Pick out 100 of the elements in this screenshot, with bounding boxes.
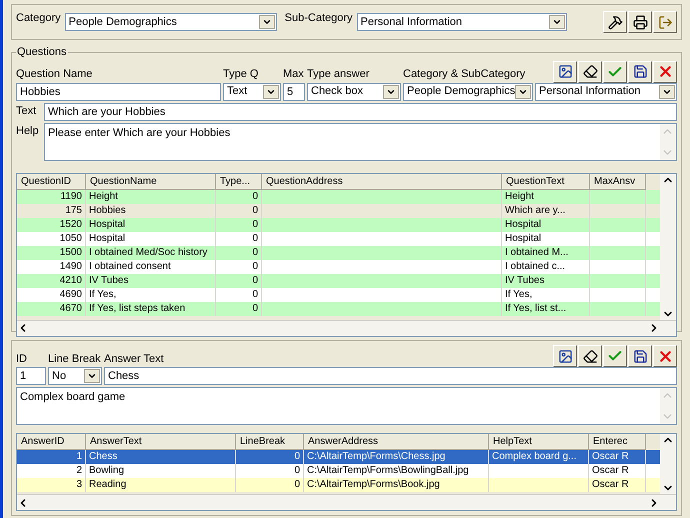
help-text-area[interactable]: Please enter Which are your Hobbies [44,122,677,160]
table-row[interactable]: 1500 I obtained Med/Soc history 0 I obtained M... [17,246,660,260]
save-button[interactable] [628,345,652,367]
table-cell: 0 [252,190,258,202]
subcategory-dropdown[interactable]: Personal Information [535,82,677,100]
category-dropdown[interactable]: People Demographics [403,82,533,100]
table-cell: C:\AltairTemp\Forms\Chess.jpg [307,451,446,462]
column-header[interactable]: QuestionText [502,174,590,190]
field-label: Question Name [16,67,94,82]
table-row[interactable]: 4690 If Yes, 0 If Yes, [17,288,660,302]
table-cell: I obtained consent [89,260,171,272]
help-text-area[interactable]: Complex board game [16,387,677,425]
printer-icon [632,14,648,30]
field-label: Line Break [48,352,102,366]
line-break-dropdown[interactable]: No [48,367,102,385]
delete-button[interactable] [653,60,677,82]
picture-icon [558,348,572,364]
type-dropdown[interactable]: Text [223,82,281,100]
answer-type-dropdown[interactable]: Check box [307,82,401,100]
save-button[interactable] [628,60,652,82]
table-row[interactable]: 1490 I obtained consent 0 I obtained c... [17,260,660,274]
table-cell: Oscar R [592,479,629,490]
table-cell: If Yes, [505,288,532,300]
table-cell: Hospital [89,232,126,244]
clear-button[interactable] [578,345,602,367]
column-header[interactable]: QuestionAddress [262,174,502,190]
table-row[interactable]: 2 Bowling 0 C:\AltairTemp\Forms\BowlingBall.jpg Oscar R [17,464,660,478]
table-cell: 0 [252,218,258,230]
table-cell: 1190 [60,190,82,202]
question-text-field[interactable]: Which are your Hobbies [44,102,677,120]
table-row[interactable]: 1 Chess 0 C:\AltairTemp\Forms\Chess.jpg Complex board g... Oscar R [17,450,660,464]
table-cell: 0 [252,288,258,300]
answer-text-field[interactable]: Chess [104,367,677,385]
table-row[interactable]: 1520 Hospital 0 Hospital [17,218,660,232]
column-header[interactable]: AnswerID [17,434,86,450]
table-cell: I obtained c... [505,260,566,272]
table-cell: Hobbies [89,204,126,216]
vertical-scrollbar[interactable] [660,434,676,494]
table-cell: 1520 [60,218,82,230]
max-field[interactable]: 5 [283,82,305,100]
print-button[interactable] [628,11,652,33]
save-icon [632,64,648,79]
column-header[interactable]: Enterec [589,434,646,450]
save-icon [632,348,648,364]
field-label: Max [283,67,305,82]
column-header[interactable]: AnswerText [86,434,236,450]
delete-button[interactable] [653,345,677,367]
exit-button[interactable] [653,11,677,33]
tools-button[interactable] [603,11,627,33]
accept-button[interactable] [603,60,627,82]
column-header[interactable]: AnswerAddress [304,434,489,450]
table-cell: If Yes, list steps taken [89,302,186,314]
table-row[interactable]: 4670 If Yes, list steps taken 0 If Yes, list st... [17,302,660,316]
scrollbar[interactable] [660,124,676,160]
column-header[interactable]: LineBreak [236,434,304,450]
table-cell: 0 [294,465,300,476]
field-label: Category [16,11,61,26]
table-cell: I obtained Med/Soc history [89,246,208,258]
table-cell: 1 [76,451,82,462]
question-name-field[interactable]: Hobbies [16,82,221,100]
table-cell: If Yes, list st... [505,302,566,314]
column-header[interactable]: Type... [216,174,262,190]
table-cell: 0 [252,260,258,272]
table-row[interactable]: 1050 Hospital 0 Hospital [17,232,660,246]
table-cell: Height [505,190,534,202]
column-header[interactable]: MaxAnsv [590,174,646,190]
clear-button[interactable] [578,60,602,82]
image-button[interactable] [553,60,577,82]
table-cell: Chess [89,451,118,462]
eraser-icon [582,348,598,364]
table-cell: 3 [76,479,82,490]
answer-id-field[interactable]: 1 [16,367,46,385]
horizontal-scrollbar[interactable] [17,320,676,336]
table-cell: Hospital [89,218,126,230]
table-cell: C:\AltairTemp\Forms\BowlingBall.jpg [307,465,469,476]
table-cell: If Yes, [89,288,116,300]
table-row[interactable]: 3 Reading 0 C:\AltairTemp\Forms\Book.jpg Oscar R [17,478,660,492]
image-button[interactable] [553,345,577,367]
vertical-scrollbar[interactable] [660,174,676,320]
table-cell: 0 [294,451,300,462]
field-label: ID [16,352,28,366]
field-label: Sub-Category [284,11,353,26]
table-row[interactable]: 1190 Height 0 Height [17,190,660,204]
subcategory-dropdown[interactable]: Personal Information [356,13,567,31]
table-cell: Reading [89,479,126,490]
table-cell: C:\AltairTemp\Forms\Book.jpg [307,479,440,490]
table-row[interactable]: 4210 IV Tubes 0 IV Tubes [17,274,660,288]
accept-button[interactable] [603,345,627,367]
table-row[interactable]: 175 Hobbies 0 Which are y... [17,204,660,218]
table-cell: 4210 [60,274,82,286]
table-cell: 0 [252,302,258,314]
table-cell: 0 [252,204,258,216]
table-cell: IV Tubes [505,274,544,286]
table-cell: 1050 [60,232,82,244]
column-header[interactable]: QuestionName [86,174,216,190]
column-header[interactable]: HelpText [489,434,589,450]
category-dropdown[interactable]: People Demographics [64,13,277,31]
scrollbar[interactable] [660,388,676,424]
column-header[interactable]: QuestionID [17,174,86,190]
horizontal-scrollbar[interactable] [17,494,676,510]
